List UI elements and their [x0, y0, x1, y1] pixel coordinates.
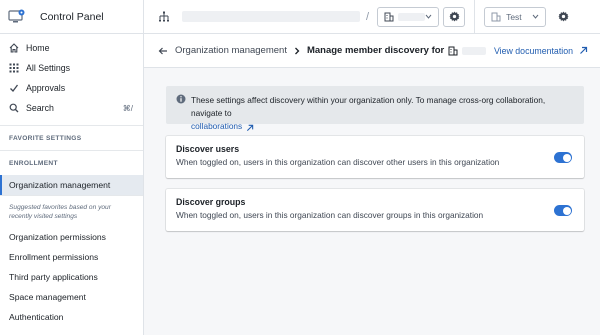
top-bar: Control Panel / Test: [0, 0, 600, 34]
sidebar-item-enrollment-permissions[interactable]: Enrollment permissions: [0, 247, 143, 267]
page-header: Organization management Manage member di…: [144, 34, 600, 68]
project-name-redacted: [398, 12, 426, 21]
nav-label: Approvals: [26, 83, 66, 93]
org-name-redacted: [462, 46, 487, 55]
chevron-right-icon: [293, 47, 301, 55]
nav-label: Search: [26, 103, 54, 113]
discover-users-card: Discover users When toggled on, users in…: [166, 136, 584, 178]
building-icon: [384, 12, 394, 22]
discover-groups-card: Discover groups When toggled on, users i…: [166, 189, 584, 231]
search-shortcut: ⌘/: [122, 103, 133, 113]
grid-icon: [9, 63, 19, 73]
collaborations-link[interactable]: collaborations: [191, 120, 254, 133]
breadcrumb[interactable]: Organization management: [175, 45, 287, 56]
hierarchy-icon[interactable]: [158, 11, 170, 23]
nav-approvals[interactable]: Approvals: [0, 78, 143, 98]
search-icon: [9, 103, 19, 113]
doc-link-label: View documentation: [493, 45, 573, 56]
external-link-icon: [246, 123, 254, 131]
chevron-down-icon: [532, 13, 539, 20]
page-title: Manage member discovery for: [306, 45, 445, 56]
environment-label: Test: [506, 11, 522, 22]
divider: [474, 0, 476, 34]
enrollment-header: ENROLLMENT: [9, 159, 58, 167]
setting-title: Discover groups: [176, 197, 246, 207]
external-link-icon: [579, 46, 588, 55]
setting-description: When toggled on, users in this organizat…: [176, 210, 484, 220]
path-separator: /: [366, 10, 370, 23]
sidebar-item-authentication[interactable]: Authentication: [0, 307, 143, 327]
suggested-favorites-note: Suggested favorites based on your recent…: [9, 204, 111, 220]
app-title: Control Panel: [40, 10, 104, 23]
nav-all-settings[interactable]: All Settings: [0, 58, 143, 78]
sidebar-item-space-management[interactable]: Space management: [0, 287, 143, 307]
project-settings-button[interactable]: [443, 6, 466, 27]
sidebar-item-organization-permissions[interactable]: Organization permissions: [0, 227, 143, 247]
building-icon: [448, 46, 458, 56]
toggle-knob: [562, 153, 571, 162]
brand: Control Panel: [0, 0, 144, 34]
environment-selector[interactable]: Test: [484, 6, 547, 27]
project-selector[interactable]: [377, 6, 440, 27]
discover-users-toggle[interactable]: [554, 152, 572, 163]
sidebar-item-organization-management[interactable]: Organization management: [0, 175, 143, 195]
gear-icon: [449, 11, 460, 22]
nav-label: All Settings: [26, 63, 71, 73]
nav-search[interactable]: Search ⌘/: [0, 98, 143, 118]
home-icon: [9, 43, 19, 53]
setting-title: Discover users: [176, 144, 240, 154]
control-panel-icon: [8, 9, 26, 25]
sidebar: Home All Settings Approvals Search ⌘/ FA…: [0, 34, 144, 335]
org-path-redacted[interactable]: [182, 11, 360, 22]
view-documentation-link[interactable]: View documentation: [494, 46, 588, 56]
main-content: Organization management Manage member di…: [144, 34, 600, 335]
back-arrow-icon[interactable]: [158, 46, 168, 56]
info-callout: These settings affect discovery within y…: [166, 86, 584, 131]
discover-groups-toggle[interactable]: [554, 205, 572, 216]
callout-text: These settings affect discovery within y…: [191, 95, 546, 118]
chevron-down-icon: [425, 13, 432, 20]
setting-description: When toggled on, users in this organizat…: [176, 157, 500, 167]
nav-label: Home: [26, 43, 50, 53]
info-icon: [176, 94, 186, 104]
gear-icon[interactable]: [556, 10, 570, 24]
building-icon: [491, 12, 501, 22]
sidebar-item-third-party-applications[interactable]: Third party applications: [0, 267, 143, 287]
collaborations-link-label: collaborations: [191, 121, 243, 131]
favorite-settings-header: FAVORITE SETTINGS: [9, 134, 82, 142]
nav-home[interactable]: Home: [0, 38, 143, 58]
check-icon: [9, 83, 19, 93]
toggle-knob: [562, 206, 571, 215]
